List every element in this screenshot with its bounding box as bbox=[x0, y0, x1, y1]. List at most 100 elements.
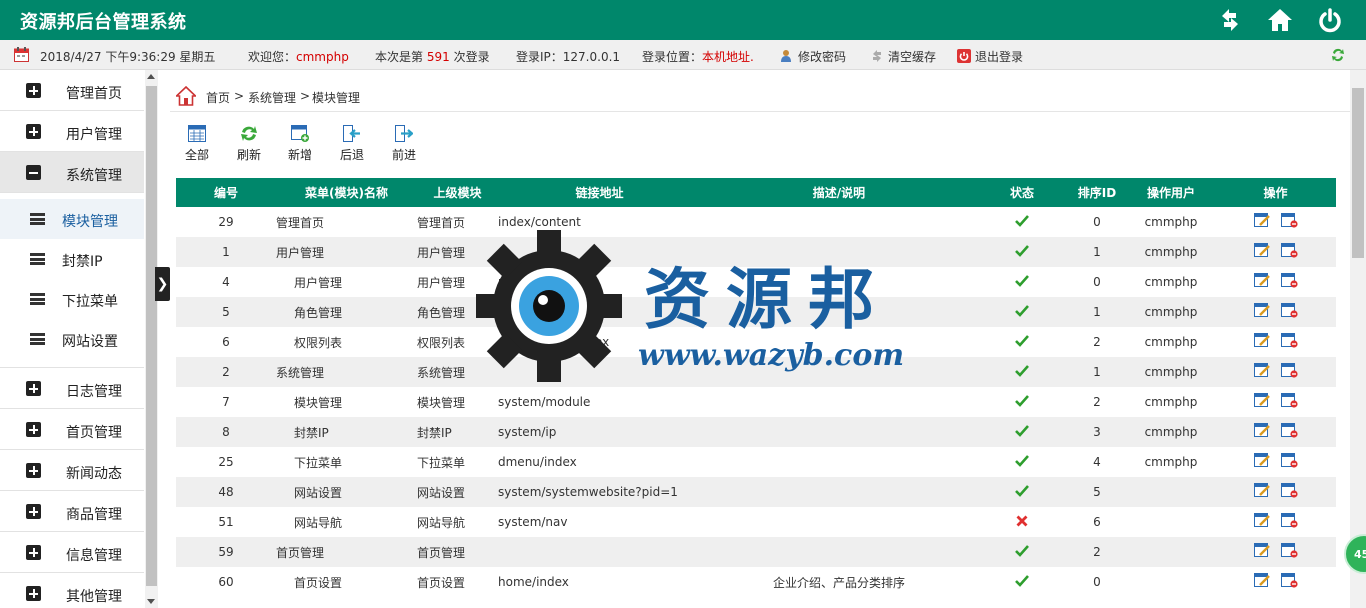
cell-name: 网站导航 bbox=[276, 507, 417, 537]
edit-icon[interactable] bbox=[1253, 213, 1271, 228]
delete-icon[interactable] bbox=[1280, 543, 1298, 558]
clear-cache-link[interactable]: 清空缓存 bbox=[870, 48, 936, 65]
table-row[interactable]: 5 角色管理 角色管理 role/index 1 cmmphp bbox=[176, 297, 1336, 327]
back-button[interactable]: 后退 bbox=[332, 125, 372, 163]
col-header-desc[interactable]: 描述/说明 bbox=[701, 178, 977, 207]
login-ip-text: 登录IP：127.0.0.1 bbox=[516, 50, 621, 64]
col-header-link[interactable]: 链接地址 bbox=[498, 178, 701, 207]
delete-icon[interactable] bbox=[1280, 483, 1298, 498]
sidebar-item-other[interactable]: 其他管理 bbox=[0, 573, 144, 608]
edit-icon[interactable] bbox=[1253, 393, 1271, 408]
delete-icon[interactable] bbox=[1280, 333, 1298, 348]
table-row[interactable]: 51 网站导航 网站导航 system/nav 6 bbox=[176, 507, 1336, 537]
cell-desc bbox=[701, 297, 977, 327]
home-icon[interactable] bbox=[1266, 6, 1294, 34]
sidebar-item-products[interactable]: 商品管理 bbox=[0, 491, 144, 532]
edit-icon[interactable] bbox=[1253, 483, 1271, 498]
submenu-item-ban-ip[interactable]: 封禁IP bbox=[0, 239, 144, 279]
delete-icon[interactable] bbox=[1280, 213, 1298, 228]
check-icon bbox=[1015, 394, 1029, 410]
edit-icon[interactable] bbox=[1253, 423, 1271, 438]
add-window-icon bbox=[291, 125, 309, 142]
main-scrollbar[interactable] bbox=[1350, 70, 1366, 608]
submenu-item-dropdown-menu[interactable]: 下拉菜单 bbox=[0, 279, 144, 319]
table-row[interactable]: 29 管理首页 管理首页 index/content 0 cmmphp bbox=[176, 207, 1336, 237]
sidebar-item-users[interactable]: 用户管理 bbox=[0, 111, 144, 152]
check-icon bbox=[1015, 544, 1029, 560]
breadcrumb-home[interactable]: 首页 bbox=[206, 89, 230, 106]
sidebar-item-home[interactable]: 管理首页 bbox=[0, 70, 144, 111]
cell-status bbox=[977, 267, 1067, 297]
cell-actions bbox=[1215, 477, 1336, 507]
sidebar-collapse-button[interactable]: ❯ bbox=[155, 267, 170, 301]
show-all-button[interactable]: 全部 bbox=[177, 125, 217, 163]
delete-icon[interactable] bbox=[1280, 423, 1298, 438]
delete-icon[interactable] bbox=[1280, 273, 1298, 288]
cell-user: cmmphp bbox=[1127, 237, 1215, 267]
cell-actions bbox=[1215, 537, 1336, 567]
power-icon[interactable] bbox=[1316, 6, 1344, 34]
sidebar-item-logs[interactable]: 日志管理 bbox=[0, 368, 144, 409]
sidebar-item-homepage[interactable]: 首页管理 bbox=[0, 409, 144, 450]
delete-icon[interactable] bbox=[1280, 513, 1298, 528]
scrollbar-thumb[interactable] bbox=[1352, 88, 1364, 258]
scroll-down-icon[interactable] bbox=[147, 599, 155, 604]
col-header-id[interactable]: 编号 bbox=[176, 178, 276, 207]
col-header-name[interactable]: 菜单(模块)名称 bbox=[276, 178, 417, 207]
welcome-text: 欢迎您：cmmphp bbox=[248, 50, 349, 64]
delete-icon[interactable] bbox=[1280, 393, 1298, 408]
edit-icon[interactable] bbox=[1253, 453, 1271, 468]
col-header-status[interactable]: 状态 bbox=[977, 178, 1067, 207]
table-row[interactable]: 8 封禁IP 封禁IP system/ip 3 cmmphp bbox=[176, 417, 1336, 447]
sync-icon[interactable] bbox=[1216, 6, 1244, 34]
submenu-item-module[interactable]: 模块管理 bbox=[0, 199, 144, 239]
edit-icon[interactable] bbox=[1253, 363, 1271, 378]
cell-link: index/content bbox=[498, 207, 701, 237]
sidebar-item-system[interactable]: 系统管理 bbox=[0, 152, 144, 193]
submenu-item-site-settings[interactable]: 网站设置 bbox=[0, 319, 144, 359]
sidebar-item-info[interactable]: 信息管理 bbox=[0, 532, 144, 573]
delete-icon[interactable] bbox=[1280, 573, 1298, 588]
table-row[interactable]: 60 首页设置 首页设置 home/index 企业介绍、产品分类排序 0 bbox=[176, 567, 1336, 597]
edit-icon[interactable] bbox=[1253, 243, 1271, 258]
add-button[interactable]: 新增 bbox=[280, 125, 320, 163]
col-header-parent[interactable]: 上级模块 bbox=[417, 178, 498, 207]
edit-icon[interactable] bbox=[1253, 543, 1271, 558]
scroll-up-icon[interactable] bbox=[147, 74, 155, 79]
table-row[interactable]: 1 用户管理 用户管理 1 cmmphp bbox=[176, 237, 1336, 267]
edit-icon[interactable] bbox=[1253, 333, 1271, 348]
change-password-link[interactable]: 修改密码 bbox=[780, 48, 846, 65]
system-submenu: 模块管理 封禁IP 下拉菜单 网站设置 bbox=[0, 193, 144, 368]
scrollbar-thumb[interactable] bbox=[146, 86, 157, 586]
table-row[interactable]: 25 下拉菜单 下拉菜单 dmenu/index 4 cmmphp bbox=[176, 447, 1336, 477]
sidebar-scrollbar[interactable] bbox=[145, 70, 158, 608]
edit-icon[interactable] bbox=[1253, 273, 1271, 288]
edit-icon[interactable] bbox=[1253, 573, 1271, 588]
cell-sort: 1 bbox=[1067, 357, 1127, 387]
delete-icon[interactable] bbox=[1280, 303, 1298, 318]
delete-icon[interactable] bbox=[1280, 243, 1298, 258]
table-row[interactable]: 7 模块管理 模块管理 system/module 2 cmmphp bbox=[176, 387, 1336, 417]
table-row[interactable]: 2 系统管理 系统管理 1 cmmphp bbox=[176, 357, 1336, 387]
refresh-button[interactable]: 刷新 bbox=[229, 125, 269, 163]
table-row[interactable]: 59 首页管理 首页管理 2 bbox=[176, 537, 1336, 567]
table-row[interactable]: 6 权限列表 权限列表 competence/index 2 cmmphp bbox=[176, 327, 1336, 357]
green-sync-icon[interactable] bbox=[1330, 47, 1346, 63]
cell-desc bbox=[701, 477, 977, 507]
col-header-user[interactable]: 操作用户 bbox=[1127, 178, 1215, 207]
delete-icon[interactable] bbox=[1280, 363, 1298, 378]
divider bbox=[170, 111, 1350, 112]
col-header-sort[interactable]: 排序ID bbox=[1067, 178, 1127, 207]
edit-icon[interactable] bbox=[1253, 303, 1271, 318]
delete-icon[interactable] bbox=[1280, 453, 1298, 468]
sidebar-item-news[interactable]: 新闻动态 bbox=[0, 450, 144, 491]
cell-name: 模块管理 bbox=[276, 387, 417, 417]
edit-icon[interactable] bbox=[1253, 513, 1271, 528]
logout-link[interactable]: 退出登录 bbox=[957, 48, 1023, 65]
cell-parent: 系统管理 bbox=[417, 357, 498, 387]
table-row[interactable]: 48 网站设置 网站设置 system/systemwebsite?pid=1 5 bbox=[176, 477, 1336, 507]
table-row[interactable]: 4 用户管理 用户管理 user/index 0 cmmphp bbox=[176, 267, 1336, 297]
breadcrumb-level1[interactable]: 系统管理 bbox=[248, 89, 296, 106]
forward-button[interactable]: 前进 bbox=[384, 125, 424, 163]
col-header-actions: 操作 bbox=[1215, 178, 1336, 207]
